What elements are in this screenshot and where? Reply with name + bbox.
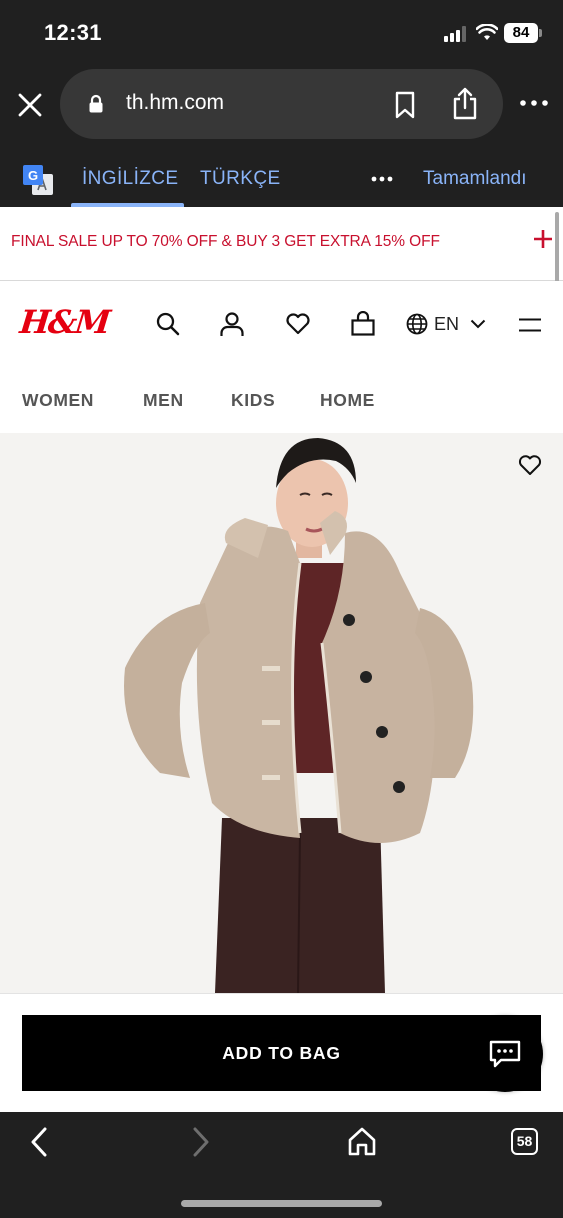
svg-text:G: G [28,168,38,183]
site-header: H&M EN [0,281,563,367]
chat-bubble-icon [489,1040,521,1068]
lock-icon [89,94,103,113]
expand-plus-icon[interactable] [533,229,553,249]
chevron-down-icon [470,319,486,329]
url-field[interactable]: th.hm.com [60,69,503,139]
nav-home[interactable]: HOME [320,390,375,411]
share-icon[interactable] [451,87,479,121]
more-options-icon[interactable] [519,96,549,110]
bookmark-icon[interactable] [394,91,416,119]
chat-button[interactable] [467,1016,543,1092]
nav-kids[interactable]: KIDS [231,390,275,411]
tabs-count-button[interactable]: 58 [511,1128,538,1155]
status-time: 12:31 [44,20,102,45]
battery-tip [539,29,542,37]
status-bar: 12:31 84 [0,0,563,66]
add-to-bag-button[interactable]: ADD TO BAG [22,1015,541,1091]
browser-bottom-toolbar: 58 [0,1112,563,1218]
language-label: EN [434,314,460,334]
translate-bar: G İNGİLİZCE TÜRKÇE Tamamlandı [0,146,563,207]
hm-logo[interactable]: H&M [18,303,111,341]
back-arrow-icon[interactable] [24,1126,56,1158]
nav-women[interactable]: WOMEN [22,390,94,411]
google-translate-icon: G [23,165,53,195]
home-indicator[interactable] [181,1200,382,1207]
browser-address-bar: th.hm.com [0,66,563,146]
forward-arrow-icon[interactable] [184,1126,216,1158]
shopping-bag-icon[interactable] [350,311,376,337]
model-wearing-jacket-illustration [124,438,474,993]
search-icon[interactable] [155,311,181,337]
favorites-heart-icon[interactable] [285,311,311,337]
nav-men[interactable]: MEN [143,390,184,411]
tab-target-language[interactable]: TÜRKÇE [200,168,281,190]
battery-indicator: 84 [504,23,538,43]
translate-more-icon[interactable] [371,176,393,182]
wifi-icon [476,24,498,40]
add-to-favorites-heart-icon[interactable] [518,454,542,476]
promo-text: FINAL SALE UP TO 70% OFF & BUY 3 GET EXT… [11,233,440,250]
close-icon[interactable] [16,91,44,119]
globe-icon [406,313,428,335]
tab-source-language[interactable]: İNGİLİZCE [82,168,179,190]
promo-banner[interactable]: FINAL SALE UP TO 70% OFF & BUY 3 GET EXT… [0,207,563,281]
home-icon[interactable] [346,1126,378,1158]
category-nav: WOMEN MEN KIDS HOME [0,367,563,433]
translate-done-button[interactable]: Tamamlandı [423,168,527,190]
menu-icon[interactable] [519,318,541,332]
account-icon[interactable] [219,311,245,337]
url-text: th.hm.com [126,91,225,114]
signal-icon [444,26,470,42]
product-image[interactable] [0,433,563,993]
